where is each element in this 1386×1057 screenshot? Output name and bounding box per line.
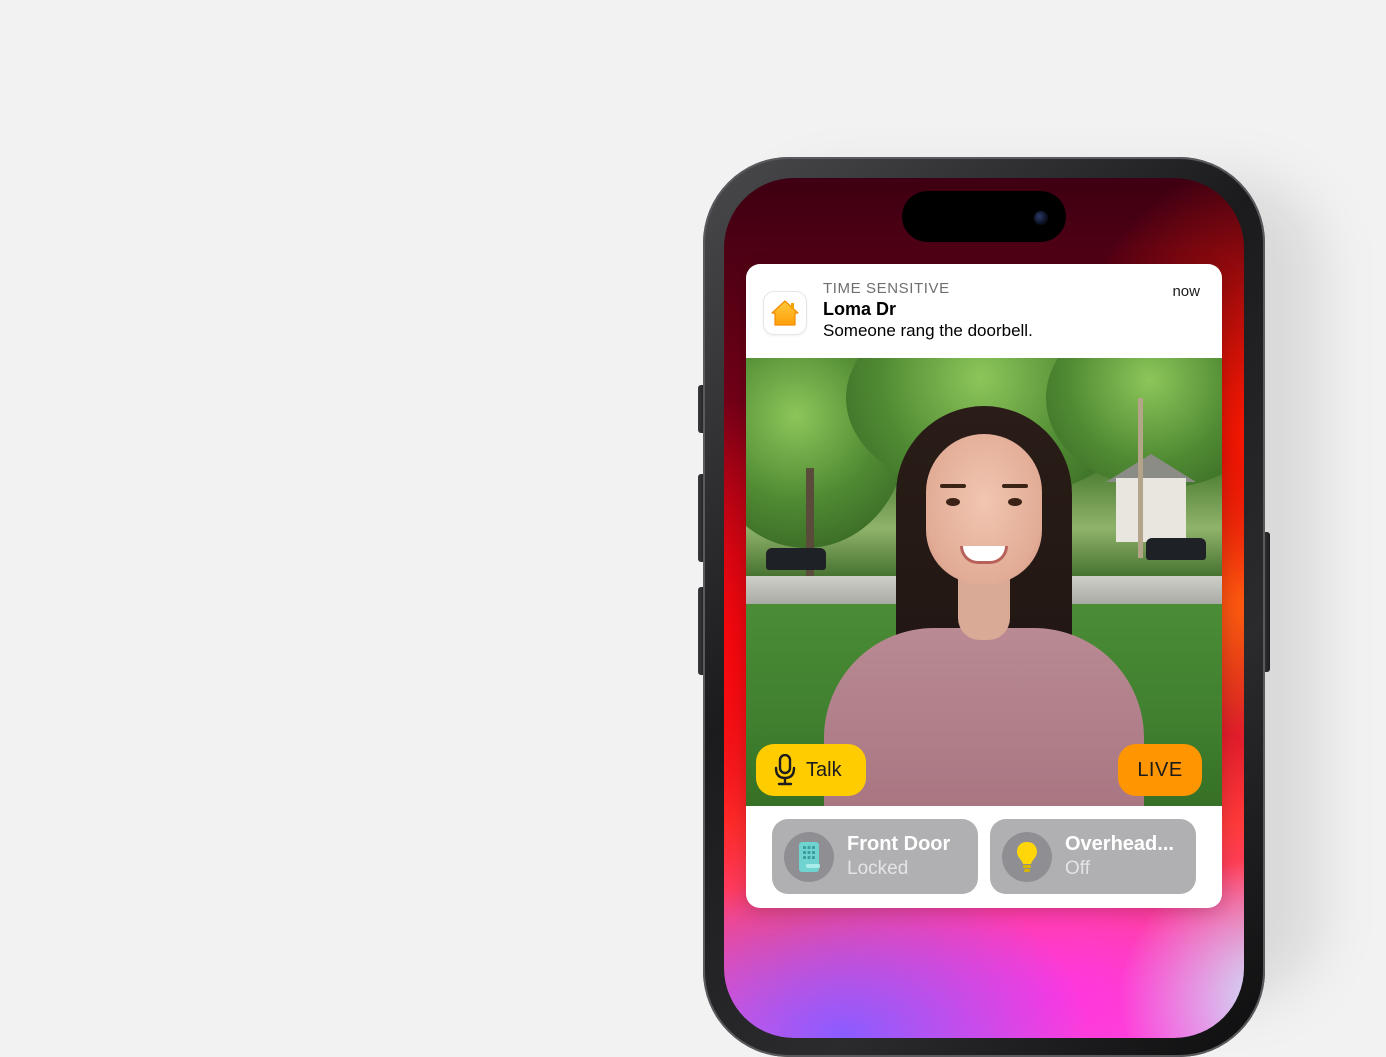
parked-car (1146, 538, 1206, 560)
talk-button[interactable]: Talk (756, 744, 866, 796)
visitor-eyebrow (1002, 484, 1028, 488)
visitor-sweater (824, 628, 1144, 806)
visitor-eyebrow (940, 484, 966, 488)
lock-keypad-icon (799, 842, 820, 872)
overhead-light-icon-circle (1002, 832, 1052, 882)
notification-timestamp: now (1172, 283, 1200, 300)
tree-trunk (806, 468, 814, 588)
accessory-name: Front Door (847, 833, 951, 855)
accessory-tile-front-door[interactable]: Front Door Locked (772, 819, 978, 894)
notification-body: Someone rang the doorbell. (823, 321, 1033, 340)
parked-car (766, 548, 826, 570)
talk-button-label: Talk (806, 758, 842, 781)
visitor-eye (1008, 498, 1022, 506)
accessory-tile-overhead-light[interactable]: Overhead... Off (990, 819, 1196, 894)
front-door-icon-circle (784, 832, 834, 882)
visitor-eye (946, 498, 960, 506)
front-camera-icon (1034, 211, 1048, 225)
microphone-icon (774, 754, 796, 786)
notification-title: Loma Dr (823, 299, 897, 319)
doorbell-notification[interactable]: TIME SENSITIVE Loma Dr Someone rang the … (746, 264, 1222, 908)
live-badge: LIVE (1118, 744, 1202, 796)
background-house (1116, 478, 1186, 542)
home-app-icon (764, 292, 806, 334)
lightbulb-icon (1017, 842, 1037, 872)
house-icon (771, 300, 799, 326)
utility-pole (1138, 398, 1143, 558)
accessory-name: Overhead... (1065, 833, 1174, 855)
time-sensitive-label: TIME SENSITIVE (823, 280, 950, 297)
accessory-state: Off (1065, 858, 1090, 879)
doorbell-camera-feed[interactable]: Talk LIVE (746, 358, 1222, 806)
accessory-state: Locked (847, 858, 909, 879)
